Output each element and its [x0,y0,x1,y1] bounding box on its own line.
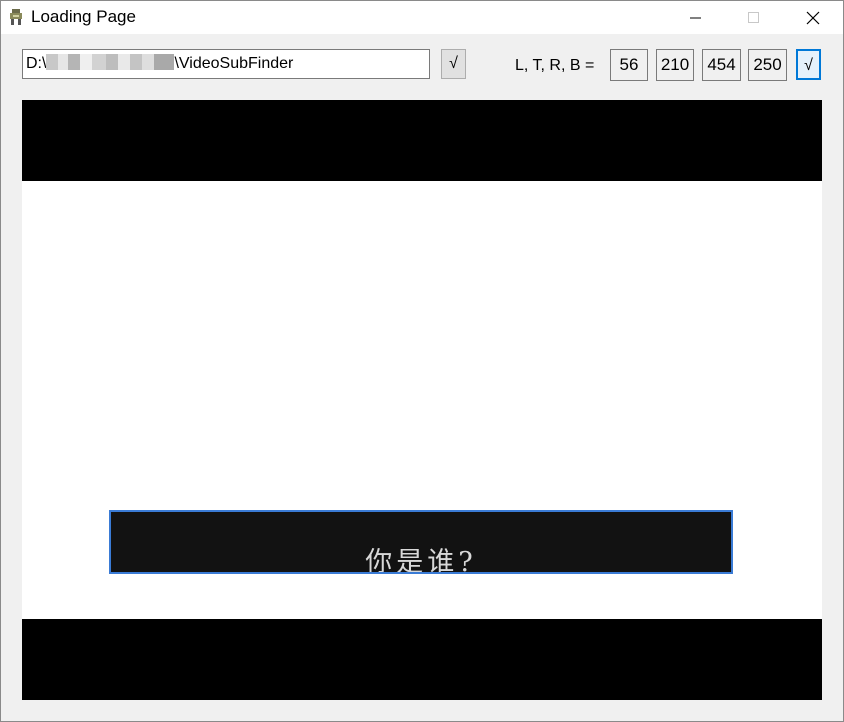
letterbox-top [22,100,822,181]
right-value-field[interactable]: 454 [702,49,741,81]
maximize-button[interactable] [731,1,777,34]
ltrb-confirm-button[interactable]: √ [796,49,821,80]
redacted-path-segment [46,54,175,70]
maximize-icon [748,11,759,23]
app-icon [10,9,22,25]
close-button[interactable] [790,1,836,34]
video-preview[interactable]: 你是谁? [22,100,822,700]
minimize-button[interactable] [673,1,719,34]
subtitle-region-selection[interactable]: 你是谁? [109,510,733,574]
top-value-field[interactable]: 210 [656,49,694,81]
subtitle-text: 你是谁? [365,547,477,574]
bottom-value-field[interactable]: 250 [748,49,787,81]
app-window: Loading Page D:\ \VideoSubFinder √ L, T, … [0,0,844,722]
path-suffix: \VideoSubFinder [174,55,294,72]
title-bar[interactable]: Loading Page [1,1,843,34]
letterbox-bottom [22,619,822,700]
path-confirm-button[interactable]: √ [441,49,466,79]
path-prefix: D:\ [26,55,47,72]
close-icon [806,11,820,24]
left-value-field[interactable]: 56 [610,49,648,81]
ltrb-label: L, T, R, B = [515,57,595,74]
minimize-icon [690,17,701,18]
video-path-input[interactable]: D:\ \VideoSubFinder [22,49,430,79]
window-title: Loading Page [31,7,136,26]
